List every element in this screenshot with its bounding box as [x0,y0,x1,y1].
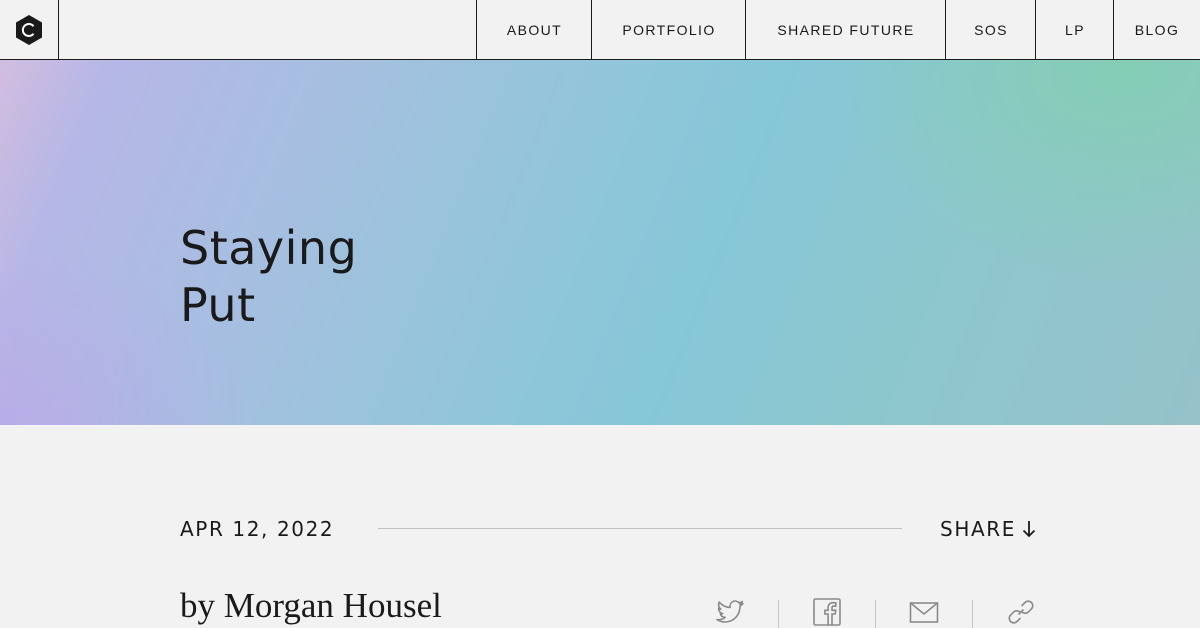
meta-divider [378,528,902,529]
social-separator [972,600,973,628]
nav-blog[interactable]: BLOG [1113,0,1200,59]
email-icon [909,602,939,623]
page-title: Staying Put [180,220,440,334]
link-icon [1008,600,1034,624]
top-navigation-bar: ABOUT PORTFOLIO SHARED FUTURE SOS LP BLO… [0,0,1200,60]
social-separator [778,600,779,628]
share-email-button[interactable] [904,596,944,628]
nav-lp[interactable]: LP [1035,0,1114,59]
hexagon-c-logo-icon [16,14,42,45]
share-button[interactable]: SHARE [940,516,1036,542]
copy-link-button[interactable] [1001,596,1041,628]
nav-shared-future[interactable]: SHARED FUTURE [745,0,946,59]
home-logo-link[interactable] [0,0,59,59]
page-title-line-2: Put [180,278,256,332]
arrow-down-icon [1022,521,1036,538]
twitter-icon [716,600,744,623]
post-meta-row: APR 12, 2022 SHARE [180,516,1036,542]
share-twitter-button[interactable] [710,596,750,628]
share-label: SHARE [940,517,1016,541]
hero-banner: Staying Put [0,60,1200,425]
nav-portfolio[interactable]: PORTFOLIO [591,0,746,59]
post-date: APR 12, 2022 [180,517,335,541]
facebook-icon [813,598,841,626]
page-title-line-1: Staying [180,221,358,275]
nav-about[interactable]: ABOUT [476,0,592,59]
social-separator [875,600,876,628]
nav-sos[interactable]: SOS [945,0,1036,59]
post-author: by Morgan Housel [180,586,442,625]
share-facebook-button[interactable] [807,596,847,628]
